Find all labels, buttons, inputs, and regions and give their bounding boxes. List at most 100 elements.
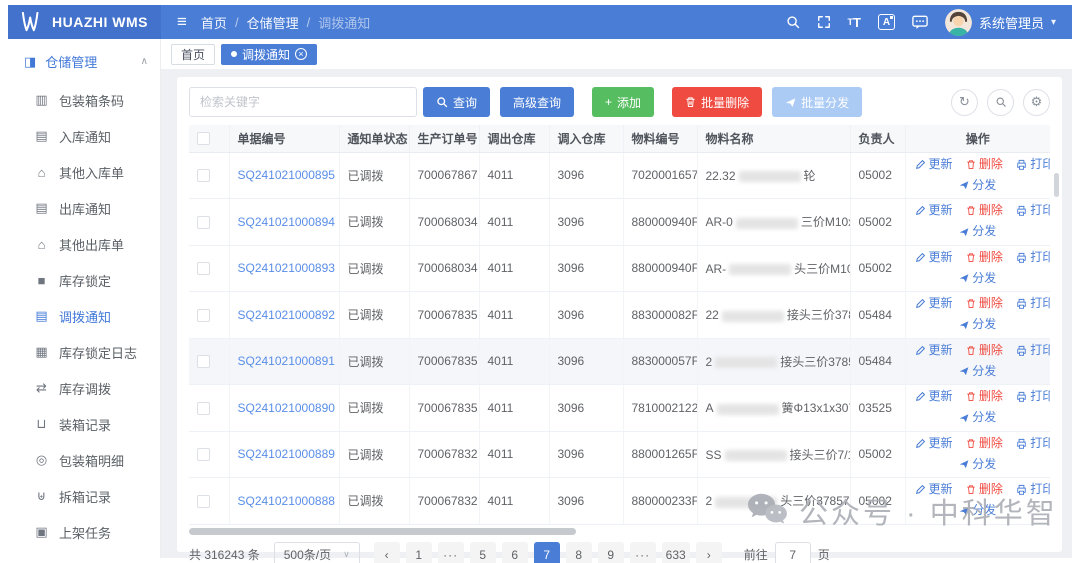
row-checkbox[interactable]	[197, 262, 210, 275]
prev-page-button[interactable]: ‹	[374, 542, 400, 563]
fullscreen-icon[interactable]	[817, 15, 831, 29]
refresh-button[interactable]: ↻	[951, 89, 978, 116]
next-page-button[interactable]: ›	[696, 542, 722, 563]
select-all-checkbox[interactable]	[197, 132, 210, 145]
translate-icon[interactable]: A	[878, 14, 895, 30]
sidebar-item[interactable]: ⊔ 装箱记录	[8, 406, 160, 442]
row-checkbox[interactable]	[197, 355, 210, 368]
doc-no-link[interactable]: SQ241021000894	[238, 215, 335, 229]
user-menu[interactable]: 系统管理员 ▾	[945, 9, 1056, 36]
delete-link[interactable]: 删除	[966, 294, 1003, 313]
row-checkbox[interactable]	[197, 216, 210, 229]
message-icon[interactable]	[912, 15, 928, 30]
doc-no-link[interactable]: SQ241021000895	[238, 168, 335, 182]
sidebar-collapse-icon[interactable]: ≡	[177, 12, 187, 32]
update-link[interactable]: 更新	[915, 294, 953, 313]
breadcrumb-item-section[interactable]: 仓储管理	[247, 13, 299, 32]
sidebar-item[interactable]: ⌂ 其他入库单	[8, 154, 160, 190]
warehouse-icon: ◨	[24, 54, 36, 70]
dispatch-link[interactable]: 分发	[959, 222, 996, 241]
tab-close-icon[interactable]	[295, 48, 307, 60]
print-link[interactable]: 打印	[1016, 387, 1050, 406]
dispatch-link[interactable]: 分发	[959, 176, 996, 195]
add-button[interactable]: + 添加	[592, 87, 654, 117]
delete-link[interactable]: 删除	[966, 387, 1003, 406]
page-button[interactable]: 9	[598, 542, 624, 563]
query-button[interactable]: 查询	[423, 87, 490, 117]
dispatch-link[interactable]: 分发	[959, 269, 996, 288]
update-link[interactable]: 更新	[915, 155, 953, 174]
update-link[interactable]: 更新	[915, 341, 953, 360]
print-link[interactable]: 打印	[1016, 201, 1050, 220]
update-link[interactable]: 更新	[915, 387, 953, 406]
delete-link[interactable]: 删除	[966, 341, 1003, 360]
breadcrumb-item-home[interactable]: 首页	[201, 13, 227, 32]
status-cell: 已调拨	[339, 338, 409, 385]
doc-no-link[interactable]: SQ241021000890	[238, 401, 335, 415]
batch-dispatch-button[interactable]: 批量分发	[772, 87, 862, 117]
page-button[interactable]: 6	[502, 542, 528, 563]
print-link[interactable]: 打印	[1016, 294, 1050, 313]
doc-no-link[interactable]: SQ241021000893	[238, 261, 335, 275]
page-button[interactable]: ···	[630, 542, 656, 563]
search-input[interactable]	[189, 87, 417, 117]
page-button[interactable]: 1	[406, 542, 432, 563]
sidebar-item[interactable]: ■ 库存锁定	[8, 262, 160, 298]
sidebar-item[interactable]: ▣ 上架任务	[8, 514, 160, 550]
update-link[interactable]: 更新	[915, 248, 953, 267]
sidebar-item[interactable]: ▤ 调拨通知	[8, 298, 160, 334]
sidebar-item[interactable]: ▤ 出库通知	[8, 190, 160, 226]
sidebar-item[interactable]: ▦ 库存锁定日志	[8, 334, 160, 370]
row-checkbox[interactable]	[197, 495, 210, 508]
page-button[interactable]: 8	[566, 542, 592, 563]
dispatch-link[interactable]: 分发	[959, 315, 996, 334]
print-link[interactable]: 打印	[1016, 341, 1050, 360]
print-link[interactable]: 打印	[1016, 155, 1050, 174]
dispatch-link[interactable]: 分发	[959, 455, 996, 474]
sidebar-item[interactable]: ⊎ 拆箱记录	[8, 478, 160, 514]
delete-link[interactable]: 删除	[966, 155, 1003, 174]
row-checkbox[interactable]	[197, 402, 210, 415]
row-checkbox[interactable]	[197, 169, 210, 182]
print-link[interactable]: 打印	[1016, 248, 1050, 267]
page-button[interactable]: ···	[438, 542, 464, 563]
goto-input[interactable]	[775, 542, 811, 563]
print-link[interactable]: 打印	[1016, 434, 1050, 453]
doc-no-link[interactable]: SQ241021000889	[238, 447, 335, 461]
dispatch-link[interactable]: 分发	[959, 362, 996, 381]
sidebar-item[interactable]: ▤ 入库通知	[8, 118, 160, 154]
doc-no-link[interactable]: SQ241021000891	[238, 354, 335, 368]
sidebar-section-warehouse[interactable]: ◨ 仓储管理 ∧	[8, 39, 160, 82]
search-icon[interactable]	[786, 15, 800, 29]
tab-home[interactable]: 首页	[171, 44, 215, 65]
app-logo[interactable]: HUAZHI WMS	[8, 5, 161, 39]
update-link[interactable]: 更新	[915, 434, 953, 453]
horizontal-scrollbar-thumb[interactable]	[189, 528, 576, 535]
row-checkbox[interactable]	[197, 309, 210, 322]
sidebar-item[interactable]: ⌂ 其他出库单	[8, 226, 160, 262]
row-checkbox[interactable]	[197, 448, 210, 461]
update-link[interactable]: 更新	[915, 201, 953, 220]
tab-transfer-notice[interactable]: 调拨通知	[221, 44, 317, 65]
page-button[interactable]: 5	[470, 542, 496, 563]
pencil-icon	[915, 205, 926, 216]
settings-button[interactable]: ⚙	[1023, 89, 1050, 116]
doc-no-link[interactable]: SQ241021000888	[238, 494, 335, 508]
batch-delete-button[interactable]: 批量删除	[672, 87, 762, 117]
advanced-query-button[interactable]: 高级查询	[500, 87, 574, 117]
dispatch-link[interactable]: 分发	[959, 408, 996, 427]
sidebar-item[interactable]: ⇄ 库存调拨	[8, 370, 160, 406]
page-button[interactable]: 633	[662, 542, 690, 563]
vertical-scrollbar-thumb[interactable]	[1054, 173, 1059, 197]
column-search-button[interactable]	[987, 89, 1014, 116]
page-button[interactable]: 7	[534, 542, 560, 563]
delete-link[interactable]: 删除	[966, 434, 1003, 453]
sidebar-item[interactable]: ⊞ 上架单	[8, 550, 160, 558]
sidebar-item[interactable]: ▥ 包装箱条码	[8, 82, 160, 118]
sidebar-item[interactable]: ◎ 包装箱明细	[8, 442, 160, 478]
font-size-icon[interactable]: TT	[848, 16, 861, 29]
page-size-select[interactable]: 500条/页 ∨	[274, 542, 360, 563]
delete-link[interactable]: 删除	[966, 201, 1003, 220]
doc-no-link[interactable]: SQ241021000892	[238, 308, 335, 322]
delete-link[interactable]: 删除	[966, 248, 1003, 267]
